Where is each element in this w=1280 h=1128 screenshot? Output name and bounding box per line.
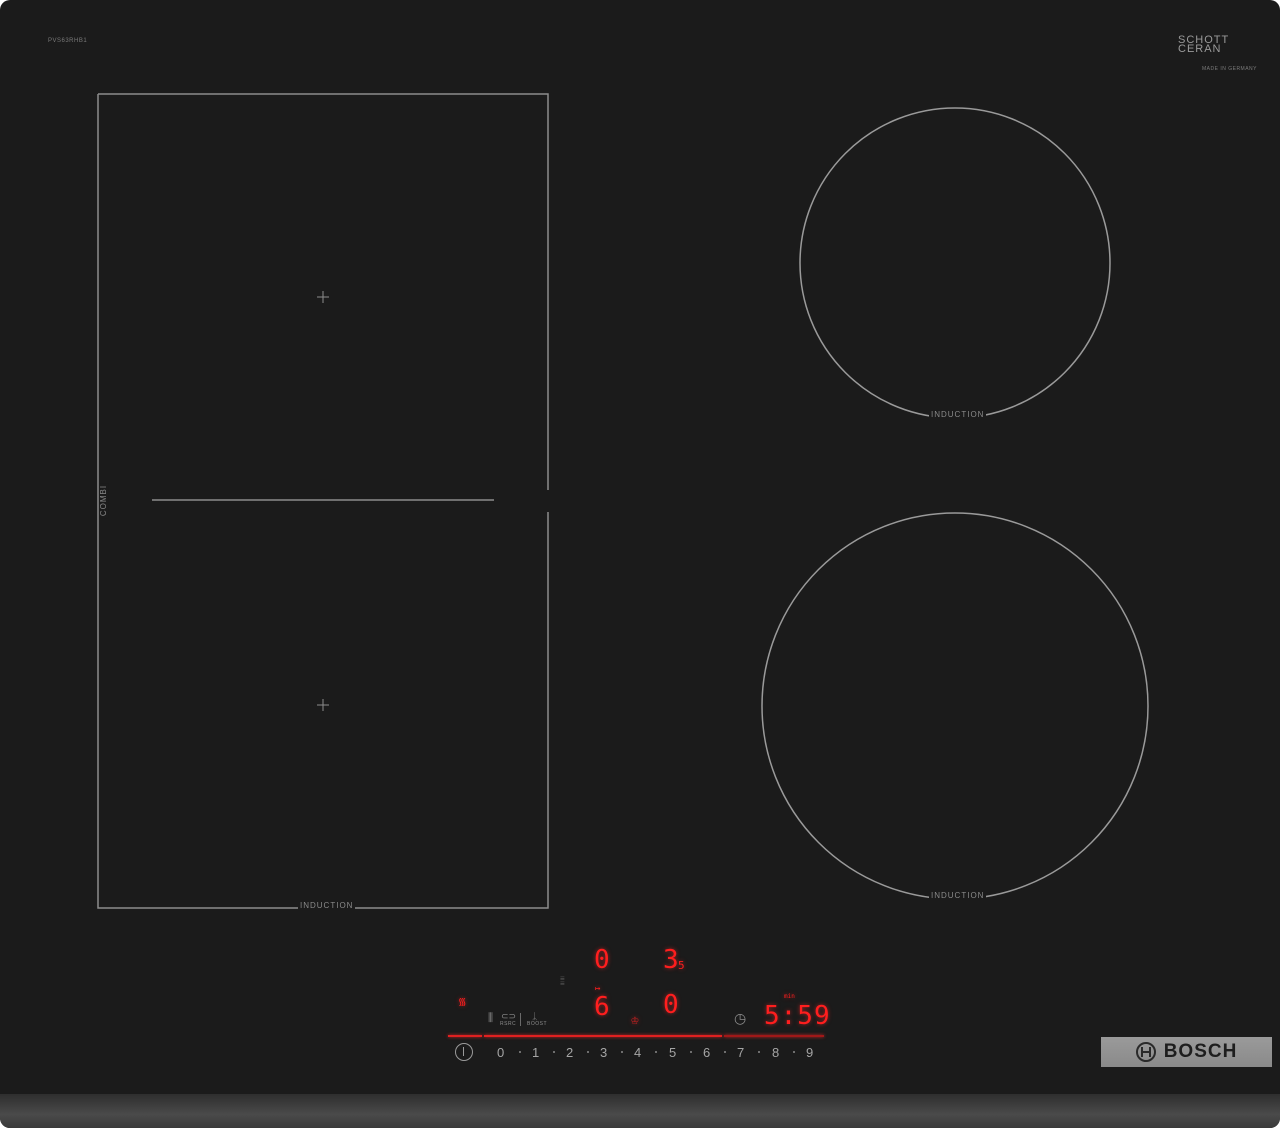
chef-hat-icon[interactable]: ♔ bbox=[631, 1013, 639, 1028]
crosshair-bottom bbox=[317, 699, 329, 711]
power-level-bar bbox=[484, 1035, 722, 1037]
timer-display: 5:59 bbox=[764, 1001, 831, 1031]
power-icon[interactable] bbox=[455, 1043, 473, 1061]
boost-label: BOOST bbox=[527, 1021, 548, 1027]
display-top-right-subscript: 5 bbox=[678, 959, 685, 972]
scale-3[interactable]: 3 bbox=[600, 1045, 607, 1060]
wifi-icon[interactable]: ᯾ bbox=[458, 994, 467, 1008]
display-bottom-left: 6 bbox=[594, 992, 610, 1022]
scale-dot bbox=[621, 1051, 623, 1053]
scale-2[interactable]: 2 bbox=[566, 1045, 573, 1060]
scale-dot bbox=[587, 1051, 589, 1053]
brand-plate: BOSCH bbox=[1101, 1037, 1272, 1067]
combi-label: COMBI bbox=[99, 482, 109, 519]
display-top-right: 3 bbox=[663, 945, 679, 975]
timer-indicator-line bbox=[724, 1035, 824, 1037]
scale-dot bbox=[519, 1051, 521, 1053]
cooking-zones bbox=[97, 93, 1149, 909]
scale-dot bbox=[553, 1051, 555, 1053]
pan-sensor-icon[interactable]: ⫼ bbox=[488, 1013, 493, 1024]
top-right-zone-label: INDUCTION bbox=[929, 410, 987, 419]
scale-9[interactable]: 9 bbox=[806, 1045, 813, 1060]
scale-6[interactable]: 6 bbox=[703, 1045, 710, 1060]
clock-icon[interactable]: ◷ bbox=[734, 1011, 746, 1025]
scale-dot bbox=[690, 1051, 692, 1053]
control-divider bbox=[520, 1013, 521, 1026]
scale-7[interactable]: 7 bbox=[737, 1045, 744, 1060]
scale-0[interactable]: 0 bbox=[497, 1045, 504, 1060]
flex-zone-label: INDUCTION bbox=[298, 901, 356, 910]
timer-unit-label: min bbox=[784, 993, 795, 1000]
display-bottom-right: 0 bbox=[663, 990, 679, 1020]
zone-indicator-icon: ≡ ≡ bbox=[560, 974, 565, 988]
scale-dot bbox=[793, 1051, 795, 1053]
pan-sensor-label: RSRC bbox=[500, 1021, 517, 1027]
scale-8[interactable]: 8 bbox=[772, 1045, 779, 1060]
front-frame bbox=[0, 1094, 1280, 1128]
scale-dot bbox=[758, 1051, 760, 1053]
bosch-logo-icon bbox=[1135, 1042, 1156, 1062]
flex-zone-outline bbox=[97, 93, 549, 909]
crosshair-top bbox=[317, 291, 329, 303]
zone-bottom-right bbox=[761, 512, 1149, 900]
cooktop-panel: PVS63RHB1 SCHOTT CERAN MADE IN GERMANY C… bbox=[0, 0, 1280, 1128]
scale-dot bbox=[724, 1051, 726, 1053]
bottom-right-zone-label: INDUCTION bbox=[929, 891, 987, 900]
scale-5[interactable]: 5 bbox=[669, 1045, 676, 1060]
brand-name: BOSCH bbox=[1163, 1041, 1238, 1062]
zone-top-right bbox=[799, 107, 1111, 419]
scale-dot bbox=[655, 1051, 657, 1053]
power-indicator-line bbox=[448, 1035, 482, 1037]
scale-1[interactable]: 1 bbox=[532, 1045, 539, 1060]
display-top-left: 0 bbox=[594, 945, 610, 975]
scale-4[interactable]: 4 bbox=[634, 1045, 641, 1060]
